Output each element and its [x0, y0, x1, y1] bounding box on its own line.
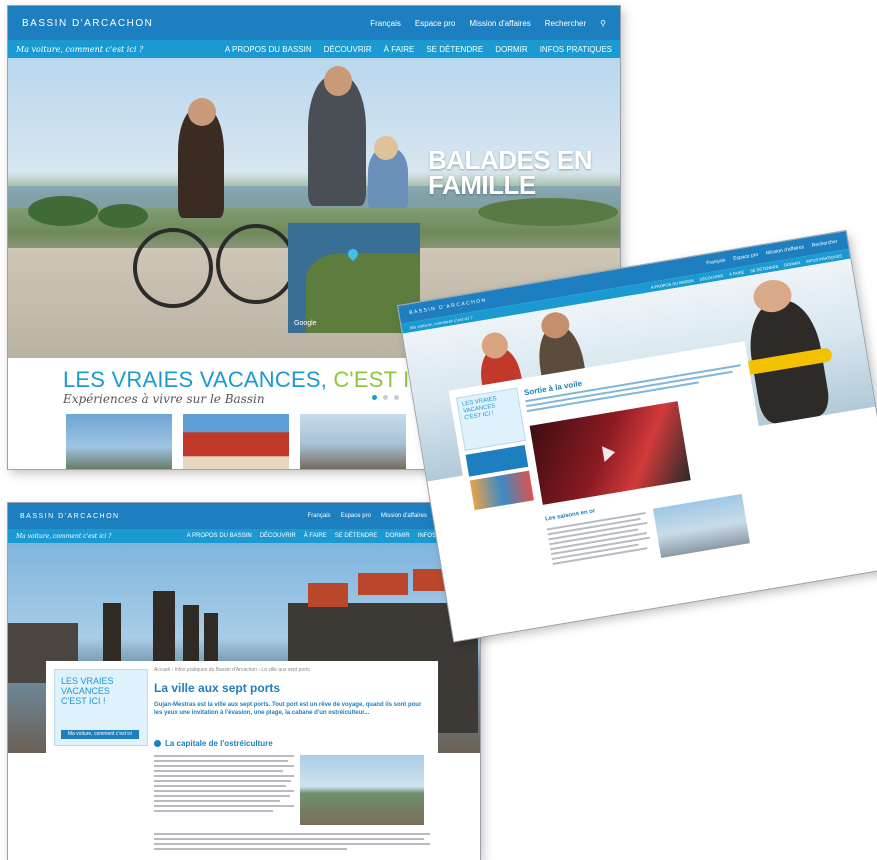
play-icon[interactable] — [601, 444, 617, 463]
breadcrumb[interactable]: Accueil › Infos pratiques du Bassin d'Ar… — [154, 667, 310, 673]
language-selector[interactable]: Français — [308, 513, 331, 519]
utility-links: Français Espace pro Mission d'affaires R… — [356, 19, 606, 28]
article-image — [300, 755, 424, 825]
nav-item-apropos[interactable]: A PROPOS DU BASSIN — [225, 45, 312, 54]
nav-item-dormir[interactable]: DORMIR — [784, 260, 801, 268]
site-logo[interactable]: BASSIN D'ARCACHON — [22, 18, 153, 29]
business-link[interactable]: Mission d'affaires — [381, 513, 427, 519]
hero-title: BALADES EN FAMILLE — [428, 145, 593, 200]
article-panel: LES VRAIES VACANCES C'EST ICI ! Ma voiture… — [46, 661, 438, 860]
section-subtitle: Expériences à vivre sur le Bassin — [63, 392, 265, 406]
section-heading: La capitale de l'ostréiculture — [154, 739, 273, 748]
nav-item-dormir[interactable]: DORMIR — [385, 533, 409, 539]
article-text — [154, 833, 430, 853]
nav-item-dormir[interactable]: DORMIR — [495, 45, 527, 54]
nav-item-sedetendre[interactable]: SE DÉTENDRE — [426, 45, 483, 54]
espace-pro-link[interactable]: Espace pro — [415, 19, 455, 28]
business-link[interactable]: Mission d'affaires — [766, 244, 805, 256]
language-selector[interactable]: Français — [370, 19, 401, 28]
article-image — [652, 493, 750, 559]
business-link[interactable]: Mission d'affaires — [469, 19, 530, 28]
experience-card[interactable] — [183, 414, 289, 469]
promo-banner[interactable]: LES VRAIES VACANCES C'EST ICI ! Ma voiture… — [54, 669, 148, 746]
nav-item-afaire[interactable]: À FAIRE — [729, 269, 745, 276]
nav-tagline[interactable]: Ma voiture, comment c'est ici ? — [16, 45, 143, 54]
main-nav: Ma voiture, comment c'est ici ? A PROPOS… — [8, 40, 620, 58]
article-panel: LES VRAIES VACANCES C'EST ICI ! Sortie à l… — [448, 341, 783, 618]
site-header: BASSIN D'ARCACHON Français Espace pro Mi… — [8, 6, 620, 40]
site-logo[interactable]: BASSIN D'ARCACHON — [20, 513, 120, 520]
nav-item-decouvrir[interactable]: DÉCOUVRIR — [260, 533, 296, 539]
article-lead: Gujan-Mestras est la ville aux sept port… — [154, 702, 422, 716]
sidebar-gallery[interactable] — [469, 470, 534, 511]
nav-tagline[interactable]: Ma voiture, comment c'est ici ? — [16, 533, 111, 540]
main-nav: Ma voiture, comment c'est ici ? A PROPOS… — [8, 529, 480, 543]
article-text — [154, 755, 294, 815]
carousel-dots — [366, 395, 399, 400]
search-link[interactable]: Rechercher — [811, 239, 837, 249]
language-selector[interactable]: Français — [706, 257, 726, 266]
bullet-icon — [154, 740, 161, 747]
map-attribution: Google — [294, 320, 317, 327]
carousel-dot[interactable] — [383, 395, 388, 400]
article-text — [546, 511, 652, 568]
article-screenshot-ports: BASSIN D'ARCACHON Français Espace pro Mi… — [8, 503, 480, 860]
experience-cards — [66, 414, 417, 469]
promo-banner[interactable]: LES VRAIES VACANCES C'EST ICI ! — [455, 387, 526, 451]
section-title: LES VRAIES VACANCES, C'EST ICI ! — [63, 367, 445, 392]
nav-item-sedetendre[interactable]: SE DÉTENDRE — [335, 533, 378, 539]
nav-item-decouvrir[interactable]: DÉCOUVRIR — [324, 45, 372, 54]
nav-item-afaire[interactable]: À FAIRE — [304, 533, 327, 539]
carousel-dot[interactable] — [394, 395, 399, 400]
search-link[interactable]: Rechercher — [545, 19, 586, 28]
experience-card[interactable] — [66, 414, 172, 469]
video-player[interactable] — [529, 401, 691, 505]
nav-item-infos[interactable]: INFOS PRATIQUES — [540, 45, 612, 54]
espace-pro-link[interactable]: Espace pro — [733, 252, 759, 262]
experience-card[interactable] — [300, 414, 406, 469]
promo-button[interactable]: Ma voiture, comment c'est ici — [61, 730, 139, 739]
nav-item-apropos[interactable]: A PROPOS DU BASSIN — [187, 533, 252, 539]
site-header: BASSIN D'ARCACHON Français Espace pro Mi… — [8, 503, 480, 529]
carousel-dot[interactable] — [372, 395, 377, 400]
nav-item-afaire[interactable]: À FAIRE — [384, 45, 415, 54]
espace-pro-link[interactable]: Espace pro — [341, 513, 371, 519]
page-title: La ville aux sept ports — [154, 681, 281, 695]
search-icon[interactable]: ⚲ — [600, 19, 606, 28]
